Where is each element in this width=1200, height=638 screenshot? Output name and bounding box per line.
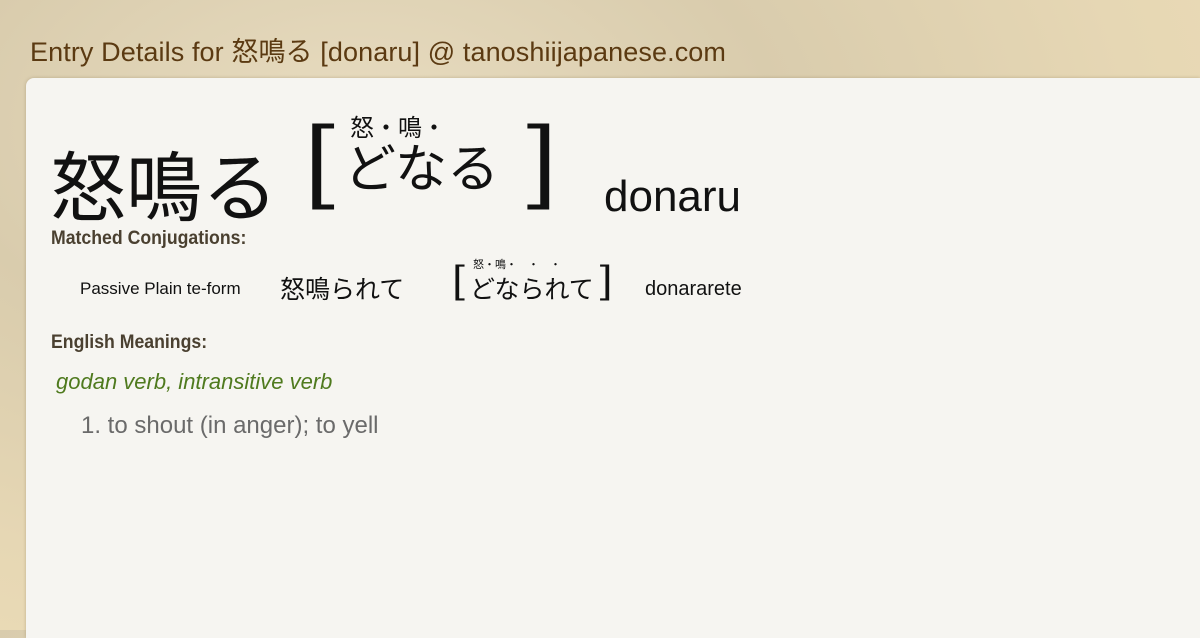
conjugations-label: Matched Conjugations: <box>51 228 247 249</box>
meaning-item: 1. to shout (in anger); to yell <box>81 412 379 439</box>
reading-bracket-close: ] <box>520 108 558 220</box>
conjugation-form: Passive Plain te-form <box>80 279 241 298</box>
conjugation-bracket-close: ] <box>597 259 613 305</box>
conjugation-bracket-open: [ <box>452 259 468 305</box>
headword: 怒鳴る [ 怒・鳴・ どなる ] donaru <box>50 106 810 233</box>
headword-romaji: donaru <box>604 172 742 221</box>
reading-bracket-open: [ <box>304 108 342 220</box>
conjugation-kanji: 怒鳴られて <box>280 275 405 304</box>
headword-furigana: 怒・鳴・ <box>350 114 446 142</box>
conjugation-romaji: donararete <box>645 278 742 300</box>
meanings-label: English Meanings: <box>51 332 208 353</box>
part-of-speech: godan verb, intransitive verb <box>56 369 333 394</box>
headword-kana: どなる <box>344 140 499 200</box>
page-title: Entry Details for 怒鳴る [donaru] @ tanoshi… <box>30 37 727 67</box>
conjugation-kana: どなられて <box>470 275 594 304</box>
conjugation-row: Passive Plain te-form 怒鳴られて [ 怒・鳴・ ・ ・ ど… <box>26 254 926 314</box>
entry-card: 怒鳴る [ 怒・鳴・ どなる ] donaru Matched Conjugat… <box>26 78 1200 638</box>
headword-kanji: 怒鳴る <box>50 144 278 233</box>
